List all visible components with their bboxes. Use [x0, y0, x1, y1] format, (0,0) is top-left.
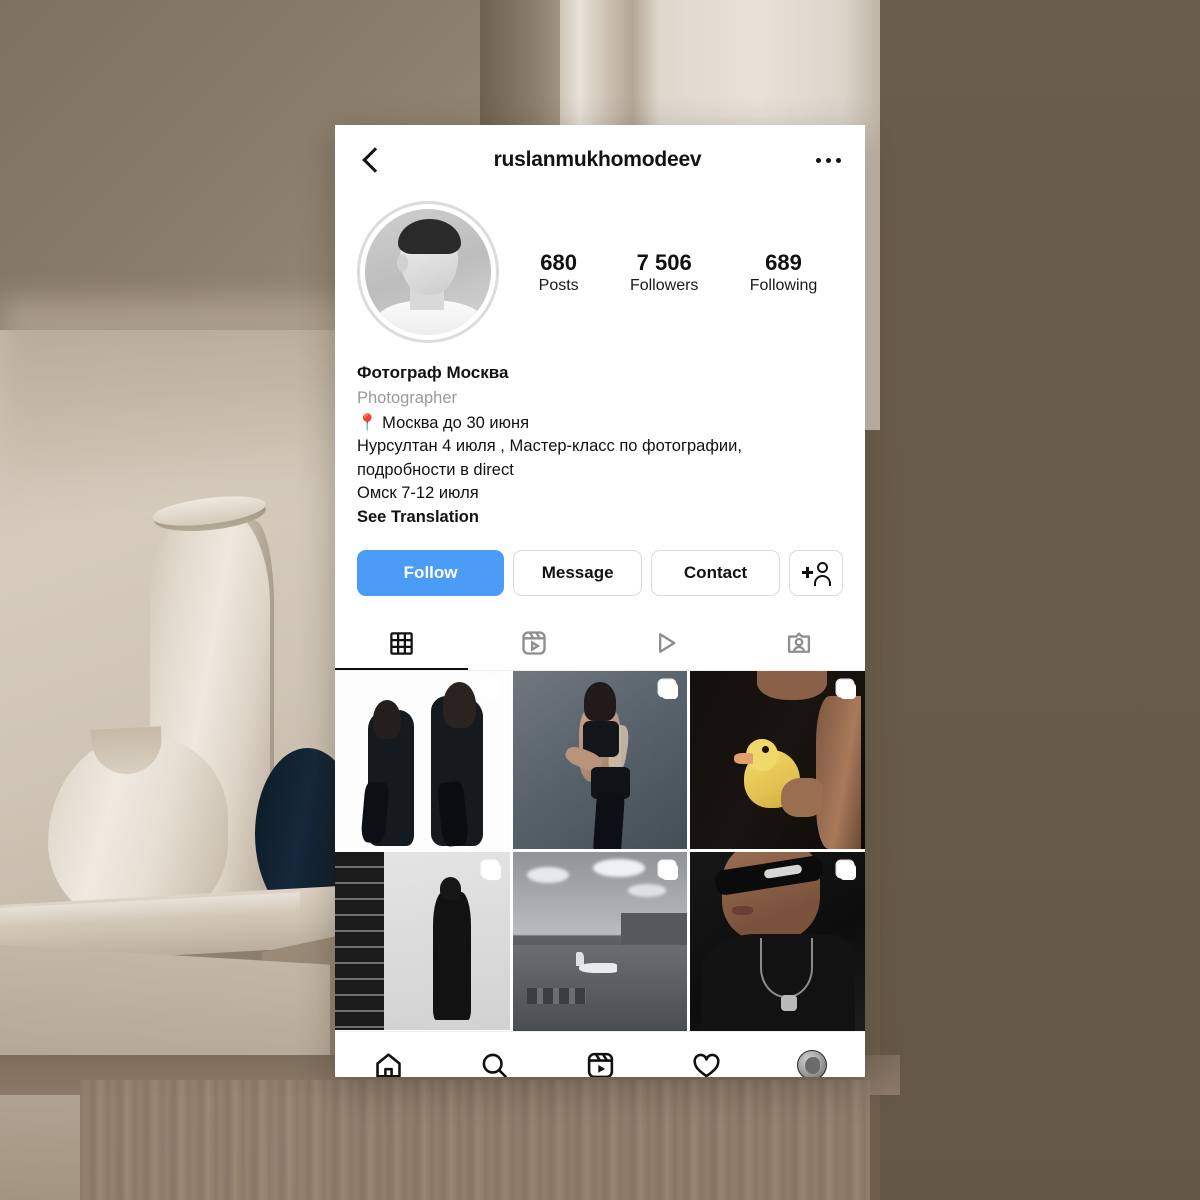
- content-tabs: [335, 618, 866, 672]
- bio-display-name: Фотограф Москва: [357, 363, 509, 382]
- more-options-icon[interactable]: [816, 157, 841, 163]
- bio-line-3: Омск 7-12 июля: [357, 484, 479, 503]
- stat-followers[interactable]: 7 506 Followers: [630, 249, 698, 295]
- grid-icon: [390, 631, 413, 655]
- nav-search[interactable]: [479, 1050, 510, 1077]
- bio-location-line: 📍 Москва до 30 июня: [357, 412, 843, 435]
- grid-post-6[interactable]: [690, 852, 865, 1031]
- grid-post-3[interactable]: [690, 671, 865, 850]
- nav-reels[interactable]: [585, 1050, 616, 1077]
- chevron-left-icon[interactable]: [359, 147, 385, 173]
- nav-likes[interactable]: [691, 1050, 722, 1078]
- app-header: ruslanmukhomodeev: [335, 125, 865, 195]
- background-wood-floor: [80, 1080, 870, 1200]
- profile-actions: Follow Message Contact: [335, 530, 865, 597]
- tab-video[interactable]: [600, 618, 733, 670]
- instagram-profile-screen: ruslanmukhomodeev 680 Posts 7 506 Follow…: [335, 125, 865, 1077]
- page-title: ruslanmukhomodeev: [493, 148, 702, 171]
- stat-following[interactable]: 689 Following: [750, 249, 818, 295]
- contact-button[interactable]: Contact: [651, 550, 780, 597]
- see-translation-link[interactable]: See Translation: [357, 505, 843, 530]
- tab-tagged[interactable]: [733, 618, 866, 670]
- bio-location-text: Москва до 30 июня: [382, 413, 530, 432]
- bio-line-2: подробности в direct: [357, 460, 514, 479]
- background-wall-right: [880, 0, 1200, 1200]
- heart-icon: [693, 1053, 720, 1077]
- posts-count: 680: [540, 250, 577, 276]
- carousel-icon: [480, 680, 501, 701]
- avatar[interactable]: [357, 201, 499, 343]
- follow-button[interactable]: Follow: [357, 550, 505, 597]
- reels-icon: [522, 631, 546, 655]
- profile-summary-row: 680 Posts 7 506 Followers 689 Following: [335, 201, 865, 343]
- posts-grid: [335, 671, 865, 1031]
- location-pin-icon: 📍: [357, 413, 378, 432]
- play-icon: [659, 633, 676, 654]
- scene-backdrop: ruslanmukhomodeev 680 Posts 7 506 Follow…: [0, 0, 1200, 1200]
- profile-avatar-icon: [797, 1050, 828, 1077]
- posts-label: Posts: [538, 276, 579, 294]
- carousel-icon: [657, 861, 679, 882]
- carousel-icon: [657, 680, 679, 701]
- carousel-icon: [835, 861, 856, 882]
- tab-reels[interactable]: [468, 618, 601, 670]
- carousel-icon: [480, 861, 501, 882]
- message-button[interactable]: Message: [513, 550, 643, 597]
- profile-bio: Фотограф Москва Photographer 📍 Москва до…: [335, 343, 865, 530]
- bottom-navigation: [335, 1030, 865, 1078]
- followers-label: Followers: [629, 276, 699, 294]
- followers-count: 7 506: [636, 250, 692, 276]
- following-count: 689: [765, 250, 802, 276]
- grid-post-5[interactable]: [512, 852, 688, 1031]
- home-icon: [375, 1052, 401, 1077]
- add-person-icon: [802, 562, 831, 587]
- nav-profile[interactable]: [797, 1050, 828, 1077]
- add-person-button[interactable]: [789, 550, 843, 597]
- grid-post-2[interactable]: [512, 671, 688, 850]
- carousel-icon: [835, 680, 856, 701]
- bio-line-1: Нурсултан 4 июля , Мастер-класс по фотог…: [357, 437, 742, 456]
- tab-grid[interactable]: [335, 618, 468, 671]
- stat-posts[interactable]: 680 Posts: [539, 249, 579, 295]
- grid-post-1[interactable]: [335, 671, 510, 850]
- bio-category: Photographer: [357, 389, 457, 408]
- tagged-icon: [787, 632, 810, 654]
- following-label: Following: [749, 276, 818, 294]
- reels-icon: [587, 1052, 614, 1077]
- profile-stats: 680 Posts 7 506 Followers 689 Following: [499, 249, 843, 295]
- search-icon: [482, 1053, 507, 1077]
- grid-post-4[interactable]: [335, 852, 510, 1031]
- nav-home[interactable]: [373, 1050, 404, 1077]
